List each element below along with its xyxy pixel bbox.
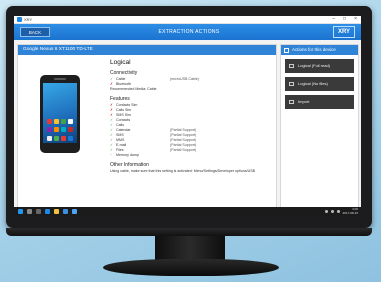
connectivity-note: (microUSB Cable) bbox=[170, 77, 199, 81]
phone-app-icon bbox=[54, 119, 59, 124]
clock[interactable]: 4:00 2017-08-15 bbox=[342, 207, 358, 215]
feature-note: (Partial Support) bbox=[170, 148, 197, 152]
phone-app-icon bbox=[68, 127, 73, 132]
task-view-icon[interactable] bbox=[36, 209, 41, 214]
recommended-media: Recommended Media: Cable bbox=[110, 87, 157, 91]
action-label: Logical (No files) bbox=[298, 81, 328, 86]
xry-taskbar-icon[interactable] bbox=[72, 209, 77, 214]
phone-app-icon bbox=[47, 127, 52, 132]
device-panel: Google Nexus 6 XT1100 TD-LTE Logical Con… bbox=[17, 44, 277, 211]
action-label: Logical (Full read) bbox=[298, 63, 331, 68]
import-button[interactable]: Import bbox=[285, 95, 354, 109]
edge-icon[interactable] bbox=[45, 209, 50, 214]
monitor-stand-base bbox=[103, 259, 279, 276]
monitor-bezel: XRY – □ × BACK EXTRACTION ACTIONS XRY Go… bbox=[6, 6, 372, 228]
extract-icon bbox=[289, 82, 294, 86]
network-icon[interactable] bbox=[324, 210, 328, 213]
xry-logo: XRY bbox=[333, 26, 355, 38]
actions-header: Actions for this device bbox=[281, 45, 358, 55]
start-icon[interactable] bbox=[18, 209, 23, 214]
back-button[interactable]: BACK bbox=[20, 27, 50, 37]
window-titlebar: XRY – □ × bbox=[14, 16, 361, 24]
actions-panel: Actions for this device Logical (Full re… bbox=[280, 44, 359, 211]
notification-icon[interactable] bbox=[336, 210, 340, 213]
store-icon[interactable] bbox=[63, 209, 68, 214]
phone-app-icon bbox=[47, 136, 52, 141]
action-label: Import bbox=[298, 99, 310, 104]
phone-app-icon bbox=[47, 119, 52, 124]
phone-app-icon bbox=[68, 136, 73, 141]
clock-date: 2017-08-15 bbox=[342, 210, 358, 215]
volume-icon[interactable] bbox=[330, 210, 334, 213]
phone-speaker bbox=[54, 78, 66, 80]
monitor-chin bbox=[6, 228, 372, 236]
logical-no-files-button[interactable]: Logical (No files) bbox=[285, 77, 354, 91]
feature-name: Memory dump bbox=[116, 153, 139, 157]
folder-icon[interactable] bbox=[54, 209, 59, 214]
page-title: EXTRACTION ACTIONS bbox=[158, 29, 220, 35]
device-name: Google Nexus 6 XT1100 TD-LTE bbox=[18, 45, 276, 55]
phone-app-icon bbox=[61, 119, 66, 124]
maximize-icon[interactable]: □ bbox=[343, 16, 346, 23]
taskbar: 4:00 2017-08-15 bbox=[14, 207, 361, 216]
phone-app-icon bbox=[68, 119, 73, 124]
extraction-type-heading: Logical bbox=[110, 59, 131, 66]
app-icon bbox=[17, 17, 22, 22]
feature-row: ~ Memory dump bbox=[110, 153, 274, 158]
import-icon bbox=[289, 100, 294, 104]
connectivity-heading: Connectivity bbox=[110, 70, 138, 76]
app-name: XRY bbox=[24, 17, 33, 22]
phone-app-icon bbox=[54, 127, 59, 132]
minimize-icon[interactable]: – bbox=[332, 16, 335, 23]
phone-app-icon bbox=[61, 127, 66, 132]
app-header: BACK EXTRACTION ACTIONS XRY bbox=[14, 24, 361, 40]
device-info: Logical Connectivity ✓ Cable (microUSB C… bbox=[110, 59, 274, 174]
device-icon bbox=[284, 47, 289, 53]
phone-image bbox=[40, 75, 80, 153]
close-icon[interactable]: × bbox=[354, 16, 357, 23]
features-heading: Features bbox=[110, 96, 130, 102]
logical-full-read-button[interactable]: Logical (Full read) bbox=[285, 59, 354, 73]
actions-title: Actions for this device bbox=[292, 47, 336, 52]
phone-screen bbox=[43, 83, 77, 143]
phone-app-icon bbox=[54, 136, 59, 141]
search-icon[interactable] bbox=[27, 209, 32, 214]
other-info-text: Using cable, make sure that this setting… bbox=[110, 169, 256, 173]
phone-app-icon bbox=[61, 136, 66, 141]
other-info-heading: Other Information bbox=[110, 162, 149, 168]
extract-icon bbox=[289, 64, 294, 68]
screen: XRY – □ × BACK EXTRACTION ACTIONS XRY Go… bbox=[14, 16, 361, 216]
system-tray: 4:00 2017-08-15 bbox=[324, 207, 358, 216]
